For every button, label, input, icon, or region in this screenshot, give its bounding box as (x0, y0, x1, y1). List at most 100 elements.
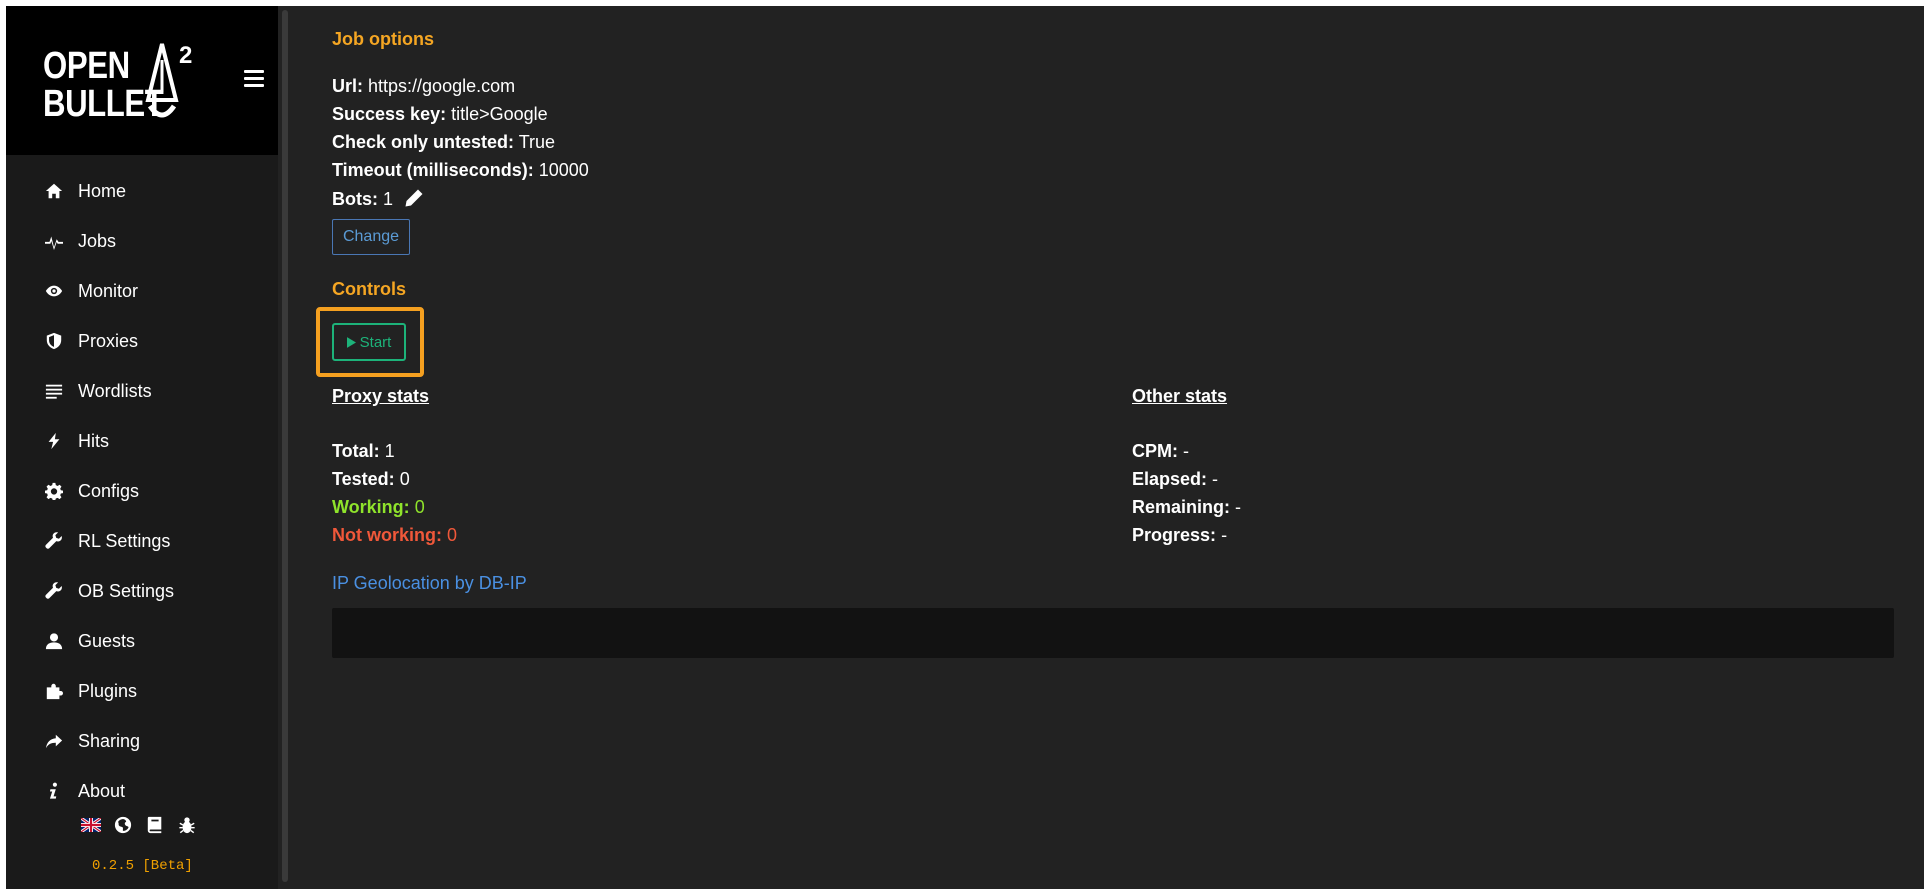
tested-stat: Tested: 0 (332, 469, 410, 490)
uk-flag-icon[interactable] (80, 814, 102, 836)
cpm-stat: CPM: - (1132, 441, 1189, 462)
check-untested-value: True (518, 132, 556, 152)
job-panel: Job options Url: https://google.com Succ… (316, 6, 1924, 889)
elapsed-value: - (1212, 469, 1219, 489)
wrench-icon (44, 581, 64, 601)
working-value: 0 (414, 497, 425, 517)
progress-value: - (1221, 525, 1228, 545)
proxy-stats-title: Proxy stats (332, 386, 430, 406)
controls-title: Controls (332, 279, 406, 299)
geolocation-panel (332, 608, 1894, 658)
share-icon (44, 731, 64, 751)
url-value: https://google.com (368, 76, 516, 96)
logo-superscript: 2 (179, 42, 193, 69)
sidebar-item-label: Home (78, 180, 127, 201)
user-icon (44, 631, 64, 651)
ship-icon (145, 43, 179, 118)
footer-icons (80, 814, 198, 836)
total-stat: Total: 1 (332, 441, 395, 462)
hamburger-menu-icon[interactable] (244, 70, 264, 90)
cpm-label: CPM: (1132, 441, 1178, 461)
sidebar-item-label: Guests (78, 630, 136, 651)
list-icon (44, 381, 64, 401)
sidebar-item-guests[interactable]: Guests (6, 616, 278, 666)
success-key-option: Success key: title>Google (332, 104, 548, 125)
ip-geolocation-link[interactable]: IP Geolocation by DB-IP (332, 573, 527, 594)
url-label: Url: (332, 76, 363, 96)
sidebar-item-label: Sharing (78, 730, 141, 751)
info-icon (44, 781, 64, 801)
pencil-icon[interactable] (404, 188, 424, 208)
sidebar-item-about[interactable]: About (6, 766, 278, 816)
sidebar-item-label: Proxies (78, 330, 139, 351)
cpm-value: - (1183, 441, 1190, 461)
version-label: 0.2.5 [Beta] (92, 858, 193, 874)
sidebar-item-monitor[interactable]: Monitor (6, 266, 278, 316)
eye-icon (44, 281, 64, 301)
sidebar-item-hits[interactable]: Hits (6, 416, 278, 466)
app-window: OPEN BULLET 2 Home Jobs Monitor Proxies … (6, 6, 1924, 889)
sidebar-item-label: About (78, 780, 126, 801)
progress-label: Progress: (1132, 525, 1217, 545)
tested-label: Tested: (332, 469, 395, 489)
change-button[interactable]: Change (332, 219, 410, 255)
bots-option: Bots: 1 (332, 188, 424, 210)
puzzle-icon (44, 681, 64, 701)
progress-stat: Progress: - (1132, 525, 1227, 546)
logo-line1: OPEN (43, 45, 130, 87)
working-stat: Working: 0 (332, 497, 425, 518)
remaining-stat: Remaining: - (1132, 497, 1241, 518)
book-icon[interactable] (144, 814, 166, 836)
timeout-value: 10000 (538, 160, 589, 180)
total-value: 1 (384, 441, 395, 461)
gear-icon (44, 481, 64, 501)
sidebar-item-label: RL Settings (78, 530, 171, 551)
job-options-title: Job options (332, 29, 434, 49)
sidebar-item-plugins[interactable]: Plugins (6, 666, 278, 716)
working-label: Working: (332, 497, 410, 517)
sidebar-item-wordlists[interactable]: Wordlists (6, 366, 278, 416)
sidebar-item-label: Configs (78, 480, 140, 501)
sidebar: OPEN BULLET 2 Home Jobs Monitor Proxies … (6, 6, 278, 889)
elapsed-label: Elapsed: (1132, 469, 1208, 489)
sidebar-item-configs[interactable]: Configs (6, 466, 278, 516)
globe-icon[interactable] (112, 814, 134, 836)
bolt-icon (44, 431, 64, 451)
sidebar-item-label: Wordlists (78, 380, 152, 401)
home-icon (44, 181, 64, 201)
bots-value: 1 (383, 189, 394, 209)
sidebar-item-label: Monitor (78, 280, 139, 301)
bug-icon[interactable] (176, 814, 198, 836)
sidebar-nav: Home Jobs Monitor Proxies Wordlists Hits (6, 166, 278, 816)
sidebar-item-label: OB Settings (78, 580, 175, 601)
wrench-icon (44, 531, 64, 551)
sidebar-item-proxies[interactable]: Proxies (6, 316, 278, 366)
remaining-value: - (1235, 497, 1242, 517)
sidebar-item-home[interactable]: Home (6, 166, 278, 216)
sidebar-item-rl-settings[interactable]: RL Settings (6, 516, 278, 566)
not-working-label: Not working: (332, 525, 442, 545)
shield-icon (44, 331, 64, 351)
success-key-value: title>Google (451, 104, 548, 124)
sidebar-item-jobs[interactable]: Jobs (6, 216, 278, 266)
timeout-label: Timeout (milliseconds): (332, 160, 534, 180)
sidebar-item-label: Plugins (78, 680, 138, 701)
tested-value: 0 (399, 469, 410, 489)
url-option: Url: https://google.com (332, 76, 515, 97)
check-untested-label: Check only untested: (332, 132, 515, 152)
total-label: Total: (332, 441, 380, 461)
success-key-label: Success key: (332, 104, 447, 124)
start-button[interactable]: Start (332, 323, 406, 361)
pulse-icon (44, 231, 64, 251)
play-icon (346, 336, 356, 348)
logo[interactable]: OPEN BULLET 2 (6, 6, 278, 155)
sidebar-item-ob-settings[interactable]: OB Settings (6, 566, 278, 616)
sidebar-item-label: Jobs (78, 230, 117, 251)
sidebar-scrollbar[interactable] (282, 10, 288, 882)
not-working-value: 0 (447, 525, 458, 545)
bots-label: Bots: (332, 189, 378, 209)
sidebar-item-sharing[interactable]: Sharing (6, 716, 278, 766)
start-button-label: Start (359, 333, 392, 351)
check-untested-option: Check only untested: True (332, 132, 555, 153)
remaining-label: Remaining: (1132, 497, 1231, 517)
